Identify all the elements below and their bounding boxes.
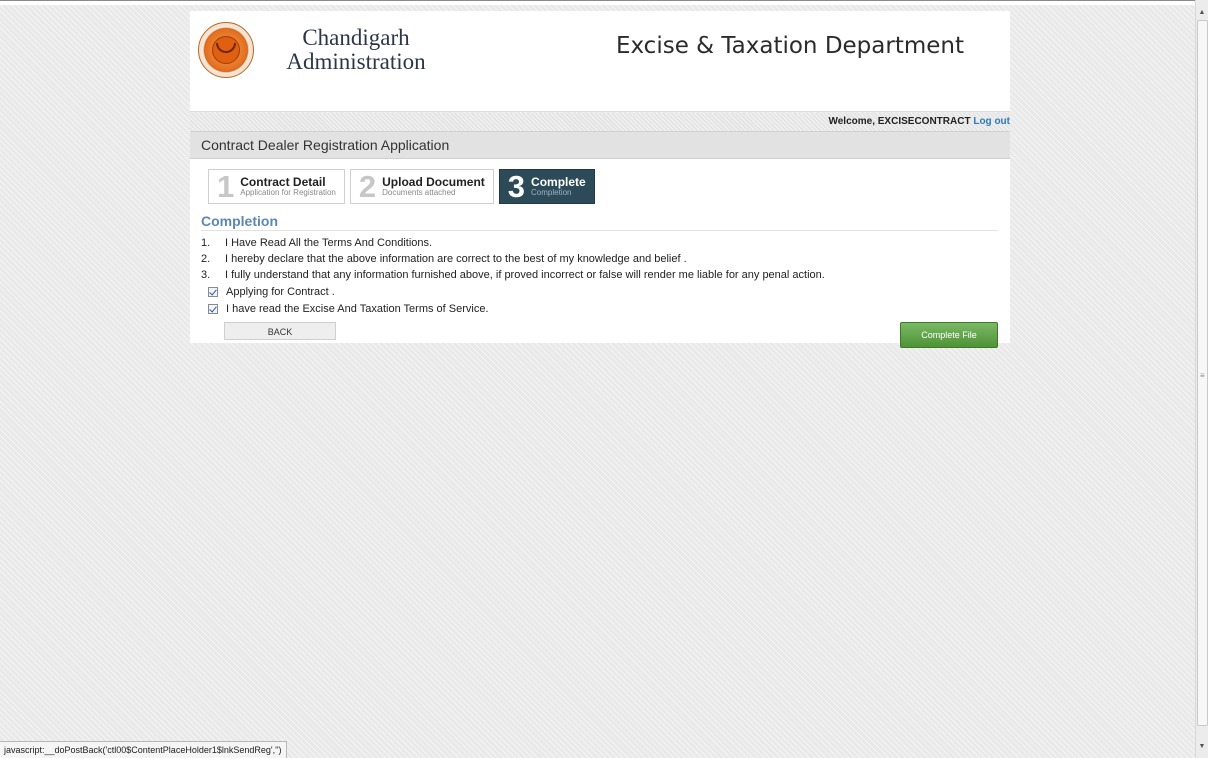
welcome-username: EXCISECONTRACT: [877, 116, 971, 127]
step-title: Contract Detail: [240, 174, 326, 189]
step-text: Contract Detail Application for Registra…: [240, 176, 336, 198]
vertical-scrollbar[interactable]: ▲ ≡ ▼: [1195, 0, 1208, 758]
section-title: Completion: [201, 213, 998, 231]
logout-link[interactable]: Log out: [973, 116, 1010, 127]
checkbox-row-terms: I have read the Excise And Taxation Term…: [201, 301, 998, 317]
department-name: Excise & Taxation Department: [615, 33, 964, 59]
page-title: Contract Dealer Registration Application: [201, 137, 450, 153]
checkbox-row-applying: Applying for Contract .: [201, 284, 998, 300]
step-number: 2: [358, 168, 377, 204]
step-text: Upload Document Documents attached: [382, 176, 485, 198]
terms-list: 1. I Have Read All the Terms And Conditio…: [201, 235, 998, 283]
step-title: Upload Document: [382, 174, 485, 189]
wizard-panel: 1 Contract Detail Application for Regist…: [190, 159, 1010, 348]
browser-top-edge: [0, 0, 1196, 5]
term-number: 1.: [201, 237, 211, 249]
checkbox-label: I have read the Excise And Taxation Term…: [226, 303, 489, 315]
step-upload-document[interactable]: 2 Upload Document Documents attached: [349, 168, 494, 204]
site-header: Chandigarh Administration Excise & Taxat…: [190, 11, 1010, 112]
term-text: I Have Read All the Terms And Conditions…: [225, 237, 433, 249]
step-number: 3: [507, 168, 526, 204]
step-title: Complete: [531, 174, 586, 189]
chandigarh-emblem-logo: [198, 22, 254, 78]
org-name: Chandigarh Administration: [286, 26, 426, 74]
complete-file-button[interactable]: Complete File: [900, 322, 998, 348]
scroll-up-arrow-icon[interactable]: ▲: [1196, 6, 1208, 20]
back-button[interactable]: BACK: [224, 322, 336, 340]
scroll-grip-icon: ≡: [1200, 371, 1205, 380]
term-text: I fully understand that any information …: [225, 269, 825, 281]
list-item: 1. I Have Read All the Terms And Conditio…: [201, 235, 998, 251]
terms-of-service-checkbox[interactable]: [208, 304, 218, 314]
page-title-bar: Contract Dealer Registration Application: [190, 131, 1010, 159]
list-item: 3. I fully understand that any informatio…: [201, 267, 998, 283]
org-name-line2: Administration: [286, 49, 426, 74]
step-text: Complete Completion: [531, 176, 586, 198]
browser-status-bar: javascript:__doPostBack('ctl00$ContentPl…: [0, 741, 287, 758]
wizard-steps: 1 Contract Detail Application for Regist…: [208, 169, 998, 204]
scroll-down-arrow-icon[interactable]: ▼: [1196, 740, 1208, 754]
list-item: 2. I hereby declare that the above inform…: [201, 251, 998, 267]
step-contract-detail[interactable]: 1 Contract Detail Application for Regist…: [208, 169, 345, 204]
page-container: Chandigarh Administration Excise & Taxat…: [190, 11, 1010, 348]
step-subtitle: Application for Registration: [240, 187, 336, 197]
term-number: 3.: [201, 269, 211, 281]
welcome-prefix: Welcome,: [828, 116, 878, 127]
term-text: I hereby declare that the above informat…: [225, 253, 687, 265]
step-subtitle: Completion: [531, 187, 572, 197]
term-number: 2.: [201, 253, 211, 265]
checkbox-label: Applying for Contract .: [226, 286, 335, 298]
step-subtitle: Documents attached: [382, 187, 456, 197]
org-name-line1: Chandigarh: [302, 25, 410, 50]
applying-contract-checkbox[interactable]: [208, 287, 218, 297]
scrollbar-thumb[interactable]: ≡: [1197, 20, 1208, 726]
step-complete[interactable]: 3 Complete Completion: [498, 168, 595, 204]
step-number: 1: [217, 168, 235, 204]
welcome-bar: Welcome, EXCISECONTRACT Log out: [190, 113, 1010, 131]
